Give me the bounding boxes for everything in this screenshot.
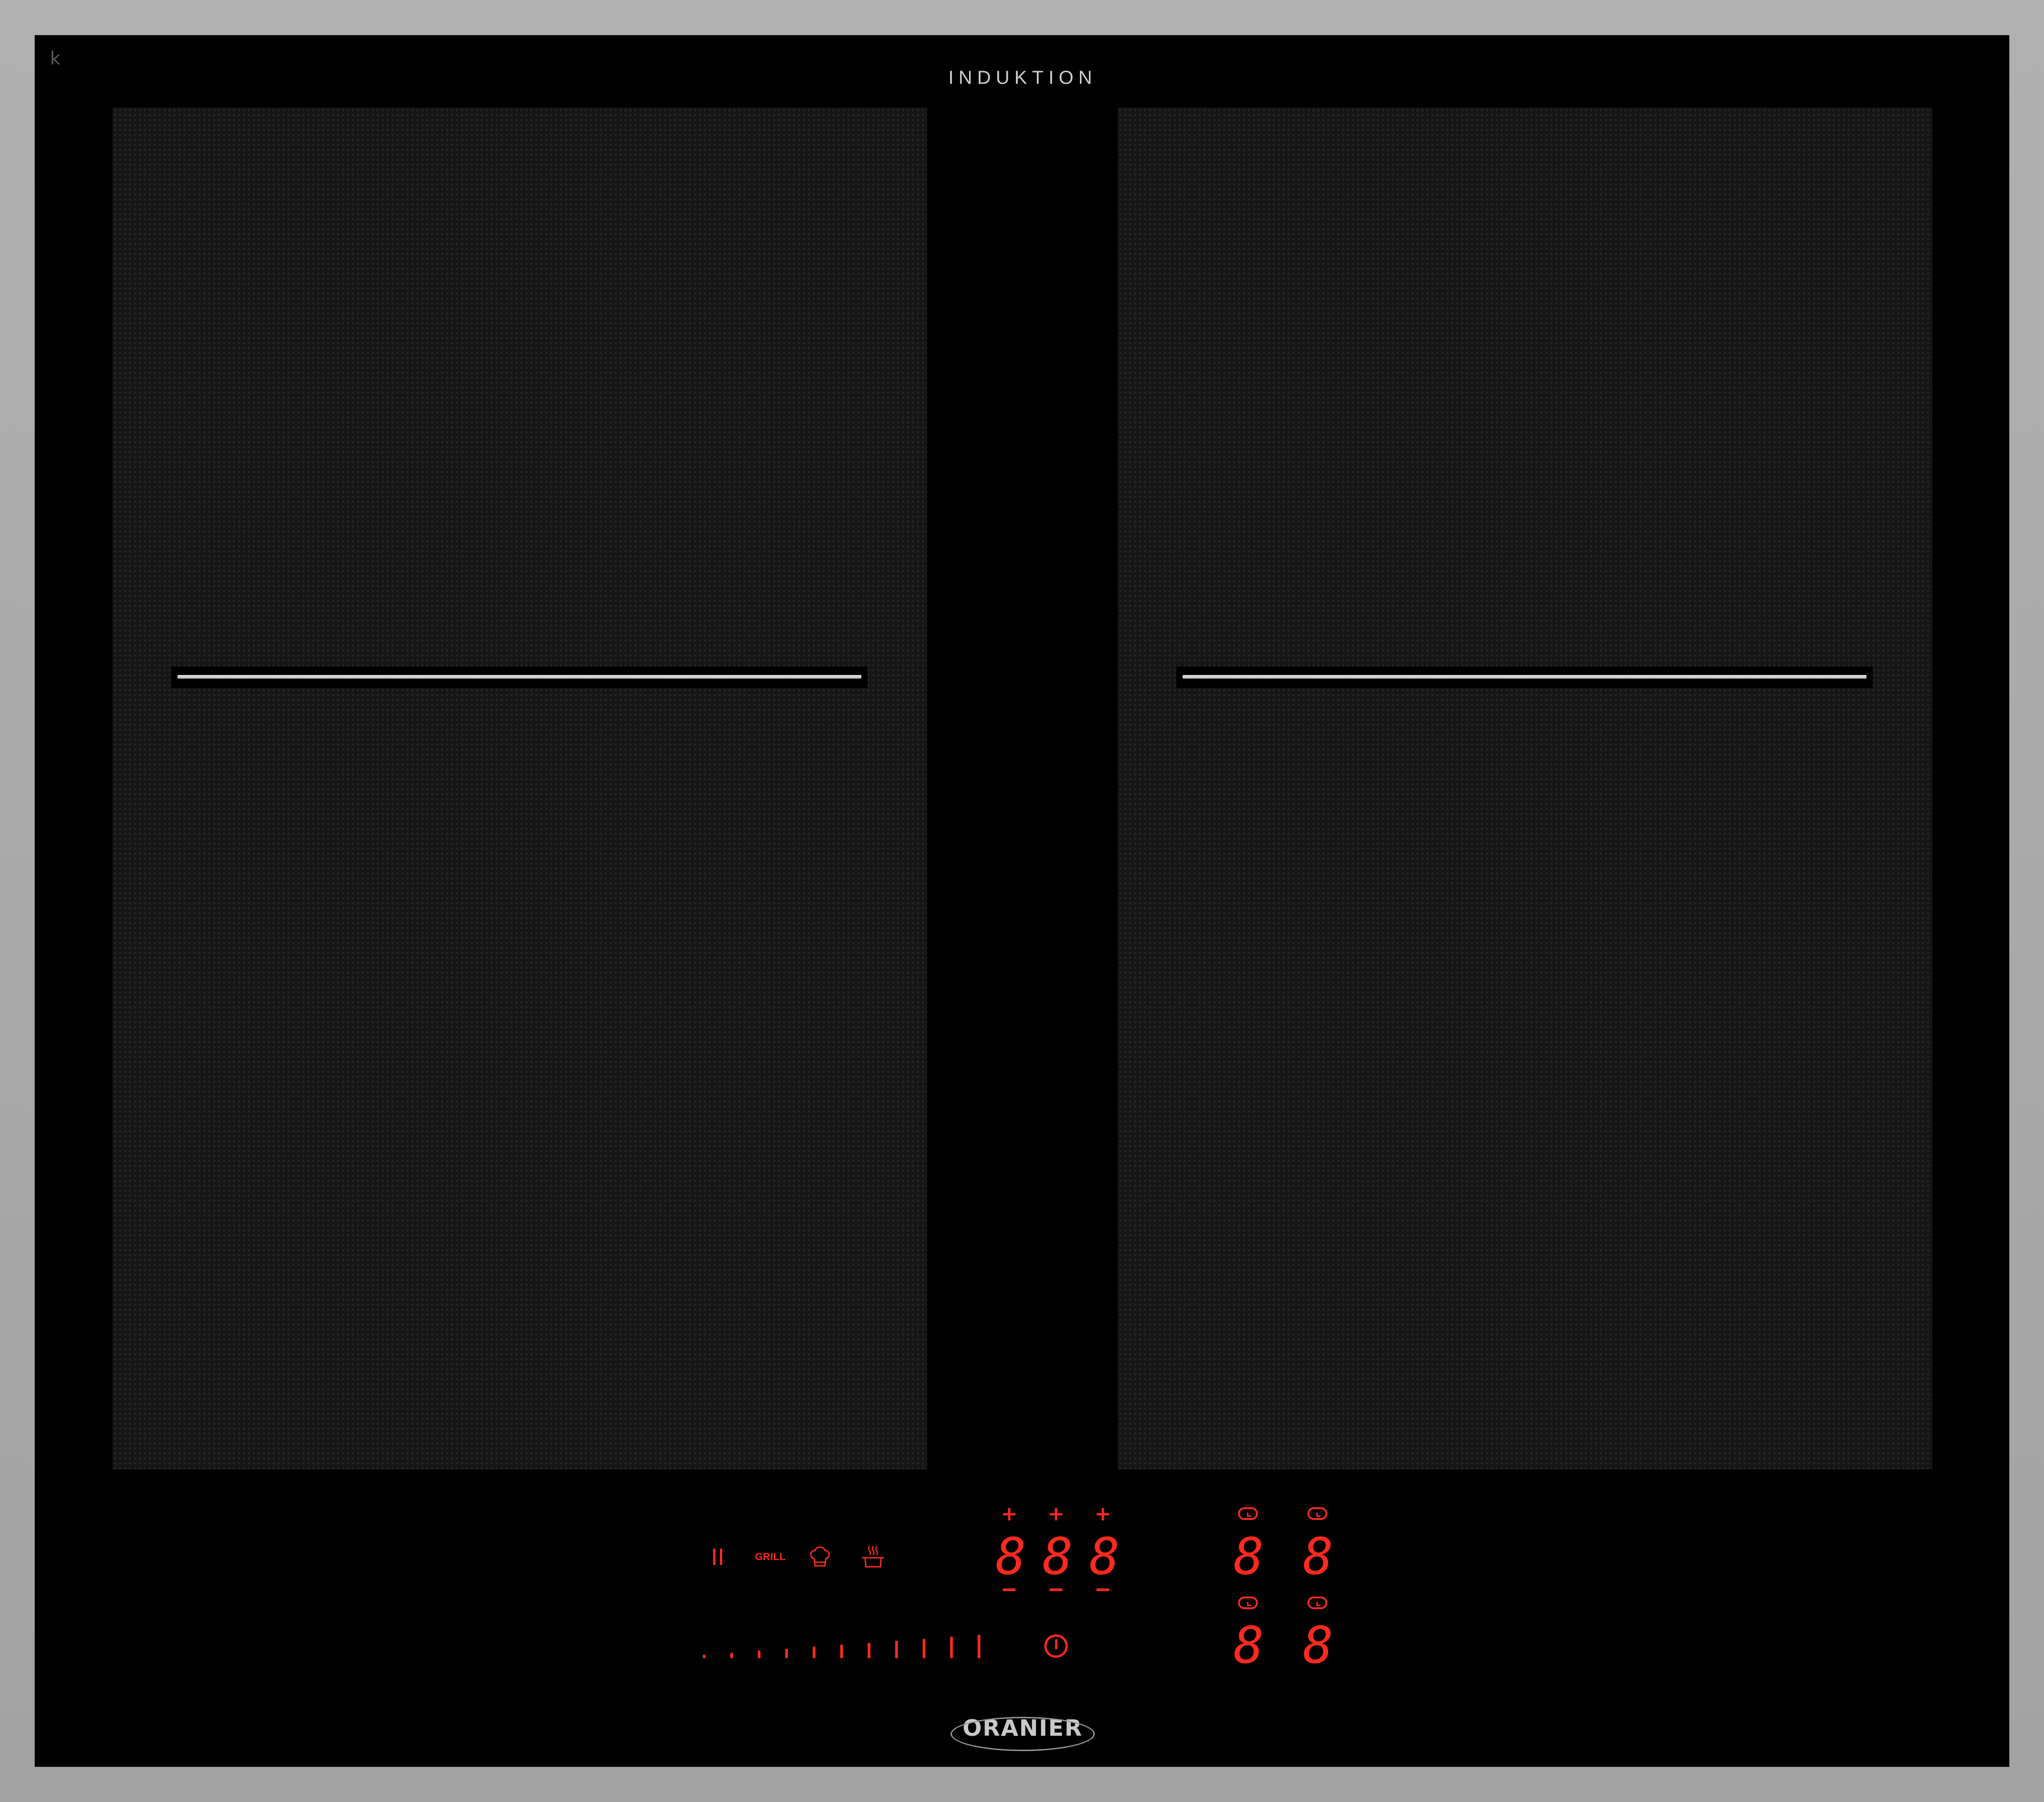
slider-level-3[interactable] [758,1651,760,1658]
timer-display-4: 8 [1303,1616,1334,1675]
left-cooking-zone[interactable] [113,108,927,1469]
slider-level-2[interactable] [730,1652,733,1658]
power-display-3: 8 [1089,1528,1120,1586]
slider-level-1[interactable] [703,1655,706,1658]
power-plus-button-1[interactable]: + [1000,1503,1018,1525]
power-minus-button-2[interactable] [1047,1588,1065,1592]
steaming-pot-icon[interactable] [860,1543,887,1570]
slider-level-4[interactable] [785,1648,788,1658]
slider-level-11[interactable] [978,1635,980,1658]
timer-display-1: 8 [1234,1528,1264,1586]
power-minus-button-3[interactable] [1094,1588,1112,1592]
slider-level-7[interactable] [868,1642,870,1658]
timer-display-3: 8 [1234,1616,1264,1675]
slider-level-5[interactable] [813,1647,815,1658]
power-plus-button-2[interactable]: + [1047,1503,1065,1525]
power-display-2: 8 [1042,1528,1073,1586]
slider-level-9[interactable] [923,1638,925,1658]
slider-level-8[interactable] [895,1641,898,1658]
power-minus-button-1[interactable] [1000,1588,1018,1592]
power-display-1: 8 [996,1528,1026,1586]
timer-icon-1[interactable] [1238,1507,1258,1520]
timer-icon-4[interactable] [1307,1597,1327,1609]
left-zone-divider [171,666,868,688]
power-slider[interactable] [703,1631,991,1658]
timer-display-2: 8 [1303,1528,1334,1586]
chef-hat-icon[interactable] [806,1543,833,1570]
pause-icon[interactable] [710,1543,726,1570]
slider-level-6[interactable] [840,1645,843,1658]
logo-swoosh [951,1717,1095,1751]
grill-button[interactable]: GRILL [748,1543,793,1570]
timer-icon-3[interactable] [1238,1597,1258,1609]
right-zone-divider [1176,666,1873,688]
power-icon[interactable] [1044,1634,1068,1658]
corner-mark: k [50,48,61,69]
slider-level-10[interactable] [950,1637,953,1658]
induktion-label: INDUKTION [948,67,1097,88]
timer-icon-2[interactable] [1307,1507,1327,1520]
power-plus-button-3[interactable]: + [1094,1503,1112,1525]
right-cooking-zone[interactable] [1118,108,1932,1469]
oranier-logo: ORANIER [919,1712,1126,1753]
